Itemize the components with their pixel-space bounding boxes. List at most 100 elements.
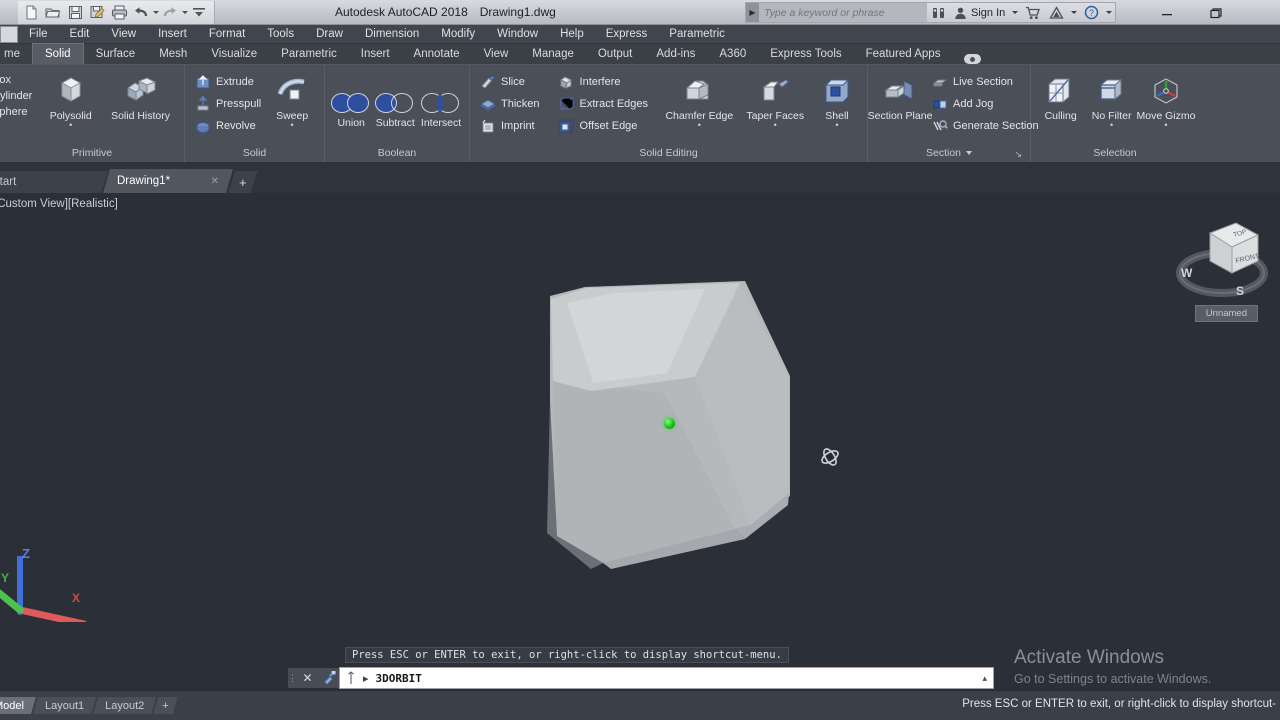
menu-item-help[interactable]: Help [549,25,595,44]
ribbon-tab-add-ins[interactable]: Add-ins [644,43,707,64]
file-tab-close-icon[interactable]: ✕ [211,176,219,187]
solid-3d-model[interactable] [545,281,795,571]
file-tab-drawing1[interactable]: Drawing1* ✕ [103,169,233,193]
no-filter-button[interactable]: No Filter • [1086,70,1137,130]
menu-item-draw[interactable]: Draw [305,25,354,44]
menu-item-express[interactable]: Express [595,25,659,44]
box-button[interactable]: Box [0,74,38,86]
sweep-button[interactable]: Sweep • [266,70,318,130]
menu-item-view[interactable]: View [100,25,147,44]
ribbon-minimize-icon[interactable] [964,54,982,64]
ribbon-tab-insert[interactable]: Insert [349,43,402,64]
viewport-label[interactable]: [Custom View][Realistic] [0,198,118,210]
save-button[interactable] [64,2,86,23]
layout-tab-layout1[interactable]: Layout1 [33,697,96,714]
culling-button[interactable]: Culling [1037,70,1084,122]
no-filter-dropdown-icon[interactable]: • [1110,121,1113,130]
extrude-button[interactable]: Extrude [191,72,264,92]
taper-faces-dropdown-icon[interactable]: • [774,121,777,130]
ribbon-tab-output[interactable]: Output [586,43,645,64]
sphere-button[interactable]: Sphere [0,106,38,118]
menu-item-tools[interactable]: Tools [256,25,305,44]
taper-faces-button[interactable]: Taper Faces • [740,70,811,130]
plot-button[interactable] [108,2,130,23]
grip-point[interactable] [664,418,675,429]
cart-icon[interactable] [1021,3,1045,22]
autodesk-app-dropdown-icon[interactable] [1071,11,1078,14]
menu-item-insert[interactable]: Insert [147,25,198,44]
shell-button[interactable]: Shell • [813,70,861,130]
application-menu-button[interactable] [0,25,18,43]
ribbon-tab-a360[interactable]: A360 [707,43,758,64]
close-button[interactable] [1252,2,1274,24]
section-panel-dialog-launcher-icon[interactable]: ↘ [1014,149,1022,160]
solid-history-button[interactable]: Solid History [103,70,178,122]
ribbon-tab-parametric[interactable]: Parametric [269,43,349,64]
ribbon-tab-manage[interactable]: Manage [520,43,586,64]
sign-in-button[interactable]: Sign In [950,3,1009,22]
infocenter-expand-icon[interactable]: ▶ [746,3,759,22]
chamfer-edge-button[interactable]: Chamfer Edge • [661,70,738,130]
help-dropdown-icon[interactable] [1106,11,1113,14]
menu-item-edit[interactable]: Edit [59,25,101,44]
ribbon-tab-annotate[interactable]: Annotate [402,43,472,64]
offset-edge-button[interactable]: Offset Edge [555,116,651,136]
command-input[interactable]: ▸ 3DORBIT ▴ [339,667,994,689]
sweep-dropdown-icon[interactable]: • [291,121,294,130]
restore-button[interactable] [1204,2,1226,24]
union-button[interactable]: Union [331,77,371,129]
undo-dropdown[interactable] [152,2,159,23]
ribbon-tab-solid[interactable]: Solid [31,43,84,64]
layout-tab-layout2[interactable]: Layout2 [93,697,156,714]
add-jog-button[interactable]: Add Jog [928,94,1042,114]
ribbon-tab-featured-apps[interactable]: Featured Apps [854,43,953,64]
menu-item-format[interactable]: Format [198,25,256,44]
search-input[interactable] [759,3,927,22]
subtract-button[interactable]: Subtract [373,77,417,129]
presspull-button[interactable]: Presspull [191,94,264,114]
ribbon-tab-surface[interactable]: Surface [84,43,148,64]
qat-customize-dropdown-icon[interactable] [188,2,210,23]
generate-section-button[interactable]: Generate Section [928,116,1042,136]
slice-button[interactable]: Slice [476,72,543,92]
infocenter-help-grid-icon[interactable] [927,3,950,22]
sign-in-dropdown-icon[interactable] [1012,11,1019,14]
undo-button[interactable] [130,2,152,23]
live-section-button[interactable]: Live Section [928,72,1042,92]
ribbon-tab-home-clipped[interactable]: me [0,43,32,64]
redo-button[interactable] [159,2,181,23]
ribbon-minimize-dropdown-icon[interactable] [989,57,996,61]
autodesk-app-icon[interactable] [1045,3,1068,22]
help-icon[interactable]: ? [1080,3,1103,22]
ribbon-tab-express-tools[interactable]: Express Tools [758,43,853,64]
interfere-button[interactable]: Interfere [555,72,651,92]
shell-dropdown-icon[interactable]: • [835,121,838,130]
menu-item-window[interactable]: Window [486,25,549,44]
thicken-button[interactable]: Thicken [476,94,543,114]
save-as-button[interactable] [86,2,108,23]
move-gizmo-button[interactable]: Move Gizmo • [1137,70,1195,130]
menu-item-parametric[interactable]: Parametric [658,25,736,44]
command-history-expand-icon[interactable]: ▴ [982,673,987,684]
menu-item-dimension[interactable]: Dimension [354,25,430,44]
view-cube-view-name[interactable]: Unnamed [1194,305,1258,322]
polysolid-button[interactable]: Polysolid • [40,70,101,130]
cylinder-button[interactable]: Cylinder [0,90,38,102]
command-line-drag-handle[interactable]: ⋮ [288,668,297,688]
revolve-button[interactable]: Revolve [191,116,264,136]
ribbon-tab-view[interactable]: View [472,43,521,64]
move-gizmo-dropdown-icon[interactable]: • [1164,121,1167,130]
new-layout-button[interactable]: + [153,697,177,714]
redo-dropdown[interactable] [181,2,188,23]
layout-tab-model[interactable]: Model [0,697,36,714]
section-plane-button[interactable]: Section Plane [868,70,932,122]
menu-item-modify[interactable]: Modify [430,25,486,44]
command-line-close-icon[interactable]: ✕ [297,668,318,688]
extract-edges-button[interactable]: Extract Edges [555,94,651,114]
intersect-button[interactable]: Intersect [419,77,463,129]
chamfer-edge-dropdown-icon[interactable]: • [698,121,701,130]
command-line-settings-icon[interactable] [318,668,339,688]
file-tab-start[interactable]: Start [0,171,108,193]
open-button[interactable] [42,2,64,23]
polysolid-dropdown-icon[interactable]: • [69,121,72,130]
